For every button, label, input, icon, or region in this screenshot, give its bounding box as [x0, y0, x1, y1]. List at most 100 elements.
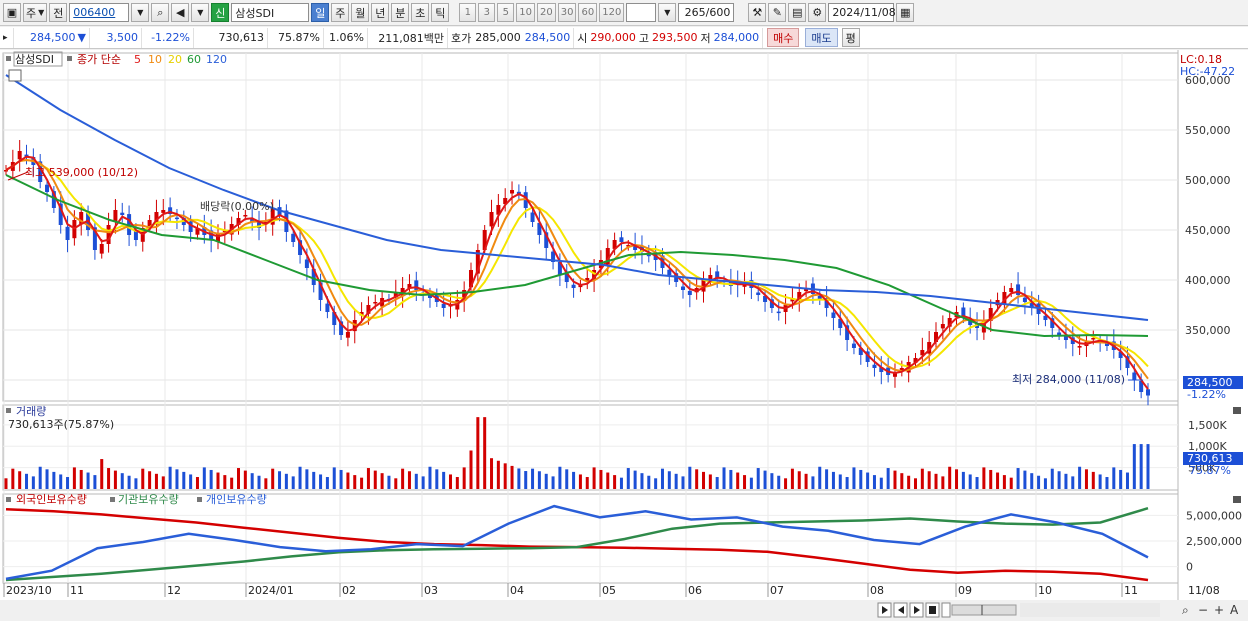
date-field[interactable]: 2024/11/08 [828, 3, 896, 22]
count-field[interactable]: 265/600 [678, 3, 735, 22]
save-icon[interactable]: ▤ [788, 3, 807, 22]
volume-bar [633, 470, 637, 489]
ma-handle-icon[interactable] [67, 56, 72, 61]
zoom-in-icon[interactable]: + [1214, 603, 1224, 617]
x-axis-label: 05 [602, 584, 616, 597]
gear-icon[interactable]: ⚙ [808, 3, 827, 22]
price-axis-label: 550,000 [1185, 124, 1231, 137]
buy-button[interactable]: 매수 [767, 28, 800, 47]
volume-bar [859, 469, 863, 489]
font-size-icon[interactable]: A [1230, 603, 1239, 617]
period-year[interactable]: 년 [371, 3, 390, 22]
volume-bar [565, 469, 569, 489]
period-minute[interactable]: 분 [391, 3, 410, 22]
custom-interval-input[interactable] [626, 3, 657, 22]
volume-bar [66, 477, 70, 489]
expand-icon[interactable]: ▸ [0, 27, 14, 48]
interval-30[interactable]: 30 [557, 3, 577, 22]
custom-interval-dropdown-icon[interactable]: ▼ [658, 3, 677, 22]
period-tick[interactable]: 틱 [431, 3, 450, 22]
search-icon[interactable]: ⌕ [151, 3, 170, 22]
hoga-label: 호가 [451, 31, 472, 45]
individual-handle-icon[interactable] [197, 497, 202, 502]
volume-panel-close-icon[interactable] [1233, 407, 1241, 414]
period-day[interactable]: 일 [311, 3, 330, 22]
candle-body [373, 302, 378, 304]
sell-button[interactable]: 매도 [805, 28, 838, 47]
interval-120[interactable]: 120 [599, 3, 625, 22]
volume-bar [11, 468, 15, 489]
volume-bar [257, 475, 261, 489]
candle-body [510, 190, 515, 194]
candle-body [489, 212, 494, 227]
volume-bar [25, 473, 29, 489]
scroll-left-icon[interactable] [941, 602, 951, 618]
period-week[interactable]: 주 [331, 3, 350, 22]
zoom-tools[interactable] [1020, 603, 1160, 617]
candle-body [851, 343, 856, 348]
grid-toggle-icon[interactable] [8, 69, 22, 82]
x-axis-label: 11 [70, 584, 84, 597]
bid-value: 284,500 [524, 31, 571, 44]
scroll-controls[interactable]: ⌕ − + A [877, 602, 1239, 618]
stock-code-input[interactable]: 006400 [69, 3, 130, 22]
inst-handle-icon[interactable] [110, 497, 115, 502]
candle-body [1132, 372, 1137, 380]
calendar-icon[interactable]: ▦ [896, 3, 915, 22]
low-annotation: 최저 284,000 (11/08) [1012, 373, 1125, 386]
scroll-thumb[interactable] [951, 604, 1017, 616]
volume-bar [1057, 471, 1061, 489]
volume-bar [510, 465, 514, 489]
speaker-icon[interactable]: ◀ [171, 3, 190, 22]
volume-bar [496, 460, 500, 489]
period-second[interactable]: 초 [411, 3, 430, 22]
market-select[interactable]: 주 ▼ [23, 3, 48, 22]
candle-body [687, 290, 692, 295]
stop-glyph [929, 606, 936, 614]
candle-body [872, 364, 877, 368]
period-month[interactable]: 월 [351, 3, 370, 22]
interval-60[interactable]: 60 [578, 3, 598, 22]
volume-bar [448, 474, 452, 489]
average-button[interactable]: 평 [841, 28, 860, 47]
code-dropdown-icon[interactable]: ▼ [131, 3, 150, 22]
draw-tools-icon[interactable]: ✎ [768, 3, 787, 22]
candle-tools-icon[interactable]: ⚒ [748, 3, 767, 22]
holdings-axis-label: 2,500,000 [1186, 535, 1242, 548]
volume-bar [435, 469, 439, 489]
volume-bar [86, 472, 90, 489]
interval-3[interactable]: 3 [478, 3, 496, 22]
volume-bar [955, 469, 959, 489]
volume-bar [59, 474, 63, 489]
quote-turnover: 1.06% [324, 27, 368, 48]
volume-bar [866, 472, 870, 489]
zoom-out-icon[interactable]: − [1198, 603, 1208, 617]
stock-name-field[interactable]: 삼성SDI [231, 3, 310, 22]
chart-layout-icon[interactable]: ▣ [3, 3, 21, 22]
interval-1[interactable]: 1 [459, 3, 477, 22]
panel-handle-icon[interactable] [6, 56, 11, 61]
quote-hoga: 호가 285,000 284,500 [448, 27, 575, 48]
x-axis-label: 2023/10 [6, 584, 52, 597]
menu-dropdown-icon[interactable]: ▼ [191, 3, 210, 22]
volume-bar [421, 476, 425, 489]
volume-handle-icon[interactable] [6, 408, 11, 413]
holdings-panel-close-icon[interactable] [1233, 496, 1241, 503]
market-label: 주 [26, 6, 37, 20]
zoom-search-icon[interactable]: ⌕ [1182, 603, 1189, 617]
volume-bar [989, 469, 993, 489]
new-listing-badge: 신 [211, 3, 230, 22]
quote-amount: 211,081백만 [368, 27, 448, 48]
individual-legend: 개인보유수량 [206, 493, 267, 506]
prev-button[interactable]: 전 [49, 3, 68, 22]
chart-area[interactable]: 600,000550,000500,000450,000400,000350,0… [0, 50, 1248, 621]
volume-bar [879, 477, 883, 489]
volume-bar [599, 469, 603, 489]
volume-bar [428, 466, 432, 489]
volume-bar [1002, 475, 1006, 489]
volume-bar [407, 471, 411, 489]
interval-20[interactable]: 20 [537, 3, 556, 22]
interval-5[interactable]: 5 [497, 3, 515, 22]
foreign-handle-icon[interactable] [6, 497, 11, 502]
interval-10[interactable]: 10 [516, 3, 536, 22]
